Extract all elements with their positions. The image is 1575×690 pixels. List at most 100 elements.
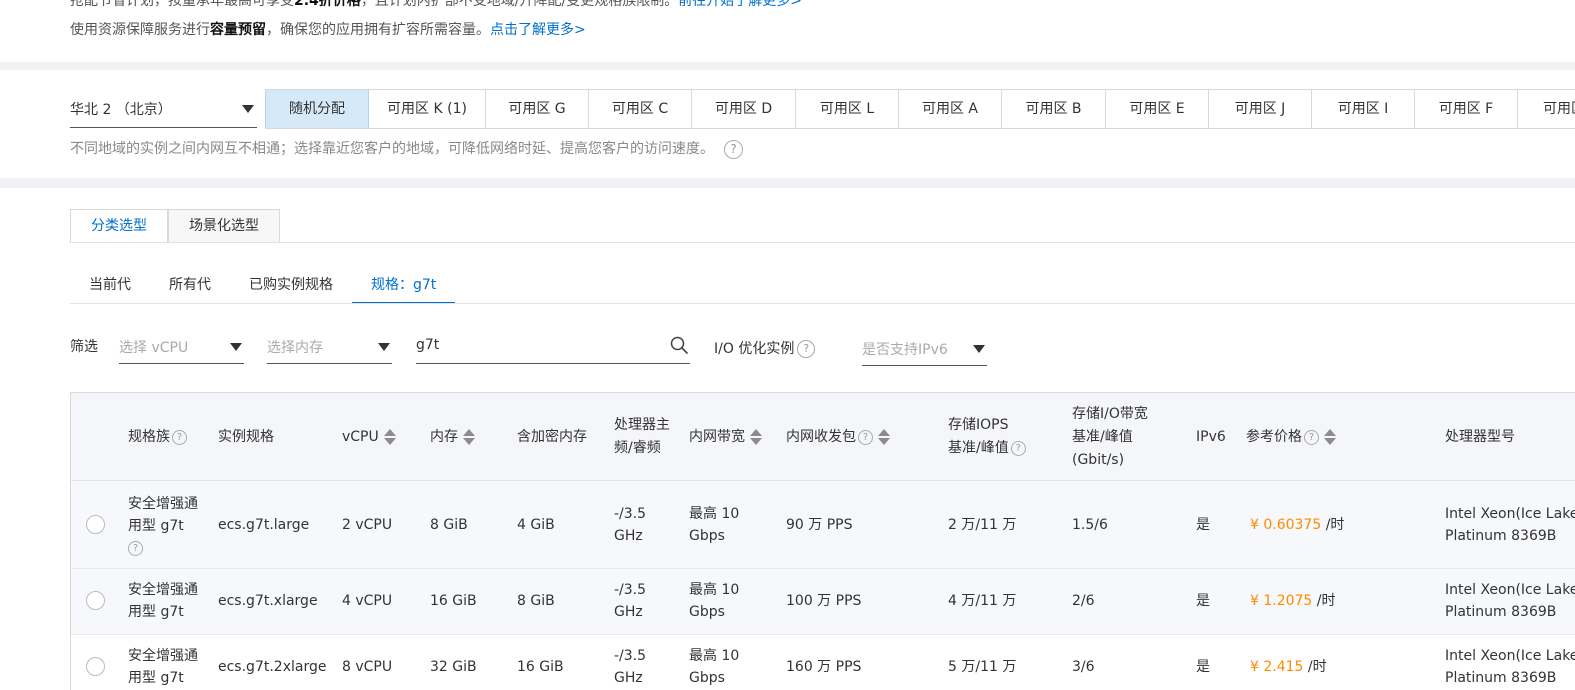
filter-label: 筛选 [70, 339, 98, 355]
th-memory[interactable]: 内存 [430, 426, 475, 449]
zone-tab-b[interactable]: 可用区 B [1002, 90, 1106, 128]
cell-cpu-line2: Platinum 8369B [1445, 604, 1557, 620]
cell-family-line2: 用型 g7t [128, 670, 184, 686]
memory-select[interactable]: 选择内存 [267, 328, 392, 364]
sort-icon[interactable] [383, 429, 396, 445]
th-bandwidth[interactable]: 内网带宽 [689, 426, 762, 449]
cell-iops: 4 万/11 万 [948, 593, 1017, 609]
tab-scenario-selection[interactable]: 场景化选型 [168, 209, 280, 243]
region-select-value: 华北 2 （北京） [70, 102, 172, 118]
zone-tab-l[interactable]: 可用区 L [796, 90, 899, 128]
zone-tab-j[interactable]: 可用区 J [1209, 90, 1312, 128]
ipv6-select[interactable]: 是否支持IPv6 [862, 330, 987, 366]
caret-down-icon [973, 345, 985, 353]
zone-tab-a[interactable]: 可用区 A [899, 90, 1002, 128]
th-enc-memory: 含加密内存 [517, 429, 587, 445]
cell-cpu-model: Intel Xeon(Ice Lake) Platinum 8369B [1445, 579, 1575, 623]
question-mark-icon[interactable]: ? [724, 139, 743, 159]
notice-bold-text: 2.4折价格 [294, 0, 361, 9]
notice-line-savings: 抢配节省计划，按量承年最高可享受2.4折价格，且计划内扩部不受地域/升降配/变更… [70, 0, 802, 10]
tab-category-selection[interactable]: 分类选型 [70, 209, 168, 243]
io-optimized-label: I/O 优化实例? [714, 338, 816, 358]
spec-search [416, 328, 690, 364]
cell-price: ¥ 1.2075 /时 [1250, 590, 1336, 612]
th-price[interactable]: 参考价格? [1246, 426, 1336, 449]
cell-freq-line1: -/3.5 [614, 582, 647, 598]
sort-icon[interactable] [878, 429, 890, 445]
th-freq: 处理器主 频/睿频 [614, 414, 670, 460]
notice-bold-text: 容量预留 [210, 22, 266, 38]
cell-pps: 100 万 PPS [786, 593, 862, 609]
cell-price-unit: /时 [1316, 593, 1336, 609]
th-family: 规格族? [128, 426, 187, 449]
notice-text: 抢配节省计划，按量承年最高可享受 [70, 0, 294, 9]
notice-text: ，确保您的应用拥有扩容所需容量。 [266, 22, 490, 38]
zone-tab-i[interactable]: 可用区 I [1312, 90, 1415, 128]
tab-spec-g7t[interactable]: 规格：g7t [352, 270, 456, 304]
row-radio[interactable] [86, 657, 105, 676]
cell-freq: -/3.5 GHz [614, 579, 646, 623]
capacity-reservation-link[interactable]: 点击了解更多> [490, 22, 586, 38]
table-header: 规格族? 实例规格 vCPU 内存 含加密内存 处理器主 频/睿频 内网带宽 内网… [71, 393, 1575, 481]
cell-cpu-line1: Intel Xeon(Ice Lake) [1445, 648, 1575, 664]
cell-memory: 16 GiB [430, 593, 477, 609]
table-row[interactable]: 安全增强通 用型 g7t ecs.g7t.xlarge 4 vCPU 16 GiB… [71, 569, 1575, 635]
cell-vcpu: 8 vCPU [342, 659, 393, 675]
row-radio[interactable] [86, 591, 105, 610]
section-divider [0, 62, 1575, 70]
th-pps[interactable]: 内网收发包? [786, 426, 890, 449]
vcpu-select-placeholder: 选择 vCPU [119, 340, 189, 356]
cell-memory: 32 GiB [430, 659, 477, 675]
question-mark-icon[interactable]: ? [797, 340, 816, 358]
cell-bandwidth: 最高 10 Gbps [689, 579, 739, 623]
question-mark-icon[interactable]: ? [172, 429, 187, 445]
cell-freq-line1: -/3.5 [614, 648, 647, 664]
cell-cpu-line1: Intel Xeon(Ice Lake) [1445, 582, 1575, 598]
tab-current-gen[interactable]: 当前代 [70, 270, 150, 304]
zone-tab-random[interactable]: 随机分配 [265, 90, 369, 128]
cell-pps: 90 万 PPS [786, 517, 853, 533]
cell-family-line1: 安全增强通 [128, 648, 198, 664]
cell-io-bandwidth: 2/6 [1072, 593, 1095, 609]
zone-tab-d[interactable]: 可用区 D [692, 90, 796, 128]
th-family-label: 规格族 [128, 429, 170, 445]
region-select[interactable]: 华北 2 （北京） [70, 90, 257, 128]
zone-tab-c[interactable]: 可用区 C [589, 90, 692, 128]
table-row[interactable]: 安全增强通 用型 g7t ecs.g7t.2xlarge 8 vCPU 32 Gi… [71, 635, 1575, 690]
th-bandwidth-label: 内网带宽 [689, 429, 745, 445]
question-mark-icon[interactable]: ? [1010, 440, 1026, 456]
savings-plan-link[interactable]: 前往开始了解更多> [678, 0, 802, 9]
vcpu-select[interactable]: 选择 vCPU [119, 328, 244, 364]
th-freq-line2: 频/睿频 [614, 440, 661, 456]
tabs-divider [70, 303, 1575, 304]
cell-cpu-model: Intel Xeon(Ice Lake) Platinum 8369B [1445, 503, 1575, 547]
selection-mode-tabs: 分类选型 场景化选型 [70, 209, 280, 243]
cell-bw-line2: Gbps [689, 670, 725, 686]
instance-spec-table: 规格族? 实例规格 vCPU 内存 含加密内存 处理器主 频/睿频 内网带宽 内网… [70, 392, 1575, 690]
search-icon[interactable] [670, 336, 688, 354]
spec-search-input[interactable] [416, 334, 656, 356]
zone-tab-g[interactable]: 可用区 G [486, 90, 589, 128]
zone-tab-f[interactable]: 可用区 F [1415, 90, 1518, 128]
zone-tab-k[interactable]: 可用区 K (1) [369, 90, 486, 128]
zone-tab-e[interactable]: 可用区 E [1106, 90, 1209, 128]
sort-icon[interactable] [750, 429, 762, 445]
sort-icon[interactable] [1324, 429, 1336, 445]
question-mark-icon[interactable]: ? [858, 429, 873, 445]
question-mark-icon[interactable]: ? [128, 540, 143, 556]
zone-tab-more[interactable]: 可用区 [1518, 90, 1575, 128]
th-cpu-model: 处理器型号 [1445, 429, 1515, 445]
cell-enc-memory: 4 GiB [517, 517, 555, 533]
sort-icon[interactable] [463, 429, 475, 445]
th-vcpu-label: vCPU [342, 429, 379, 445]
cell-cpu-line1: Intel Xeon(Ice Lake) [1445, 506, 1575, 522]
tab-purchased-specs[interactable]: 已购实例规格 [230, 270, 352, 304]
tab-all-gen[interactable]: 所有代 [150, 270, 230, 304]
row-radio[interactable] [86, 515, 105, 534]
question-mark-icon[interactable]: ? [1304, 429, 1319, 445]
table-row[interactable]: 安全增强通 用型 g7t? ecs.g7t.large 2 vCPU 8 GiB … [71, 481, 1575, 569]
cell-bw-line1: 最高 10 [689, 582, 740, 598]
th-io-bw-line3: (Gbit/s) [1072, 452, 1125, 468]
th-io-bandwidth: 存储I/O带宽 基准/峰值 (Gbit/s) [1072, 403, 1148, 472]
th-vcpu[interactable]: vCPU [342, 426, 396, 449]
